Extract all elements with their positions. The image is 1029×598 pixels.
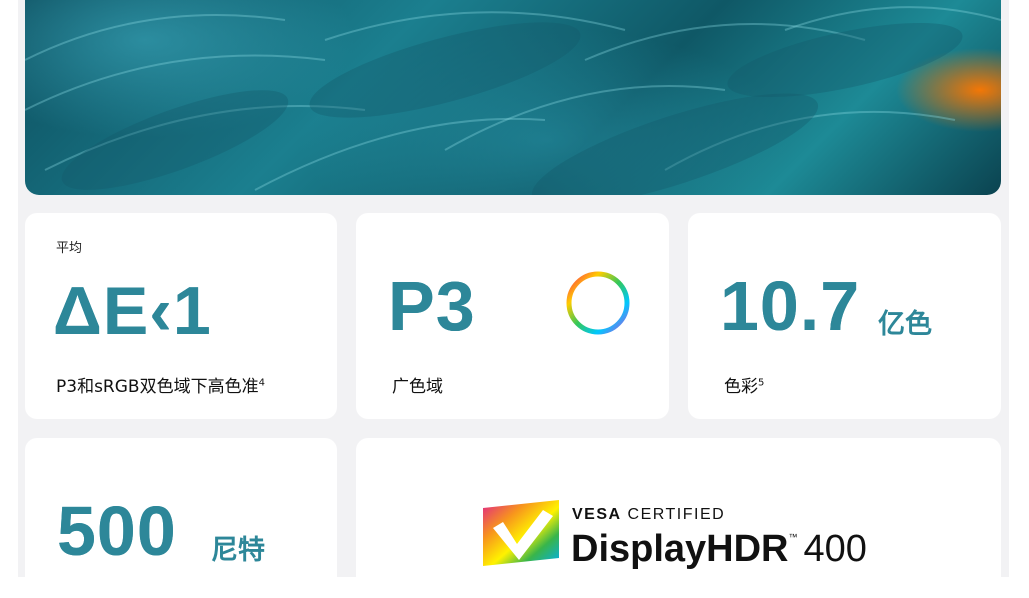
colors-card: 10.7 亿色 色彩5: [688, 213, 1001, 419]
colors-caption-text: 色彩: [724, 377, 758, 397]
certified-label: CERTIFIED: [627, 506, 726, 523]
colors-value: 10.7: [720, 267, 861, 345]
displayhdr-text: DisplayHDR™ 400: [571, 528, 867, 571]
hdr-card: VESA CERTIFIED DisplayHDR™ 400: [356, 438, 1001, 598]
colors-unit: 亿色: [878, 309, 932, 340]
vesa-certified-text: VESA CERTIFIED: [572, 506, 725, 524]
delta-e-value: ΔE‹1: [53, 273, 212, 349]
footnote-5: 5: [758, 377, 765, 389]
vesa-displayhdr-logo: [483, 500, 559, 566]
color-ring-icon: [566, 271, 630, 335]
brightness-card: 500 尼特: [25, 438, 337, 598]
hdr-level: 400: [803, 528, 867, 570]
left-margin: [0, 0, 18, 577]
hero-feather-image: [25, 0, 1001, 195]
brightness-unit: 尼特: [211, 535, 265, 566]
delta-e-card: 平均 ΔE‹1 P3和sRGB双色域下高色准4: [25, 213, 337, 419]
displayhdr-name: DisplayHDR: [571, 528, 789, 570]
vesa-brand: VESA: [572, 506, 622, 523]
delta-e-caption-text: P3和sRGB双色域下高色准: [56, 377, 259, 397]
page: 平均 ΔE‹1 P3和sRGB双色域下高色准4 P3 广色域 10.7 亿色 色…: [0, 0, 1029, 598]
right-margin: [1009, 0, 1029, 577]
gamut-value: P3: [388, 267, 476, 345]
gamut-card: P3 广色域: [356, 213, 669, 419]
feather-pattern: [25, 6, 1001, 195]
footnote-4: 4: [258, 377, 265, 389]
brightness-value: 500: [57, 492, 177, 570]
delta-e-caption: P3和sRGB双色域下高色准4: [56, 372, 265, 397]
colors-caption: 色彩5: [724, 372, 764, 397]
gamut-caption: 广色域: [392, 377, 443, 397]
average-label: 平均: [56, 241, 83, 256]
trademark-symbol: ™: [788, 532, 798, 542]
